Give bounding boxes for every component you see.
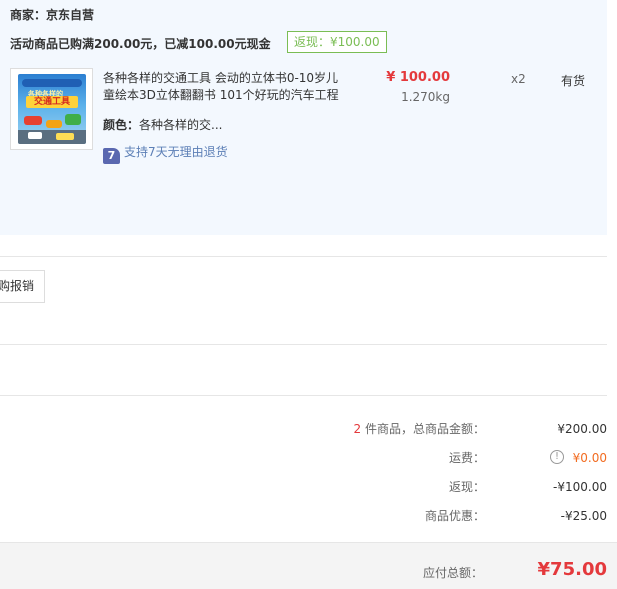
color-label: 颜色： — [103, 118, 140, 132]
discount-value: -¥25.00 — [560, 509, 607, 523]
shipping-row: 运费： ! ¥0.00 — [187, 449, 607, 467]
info-icon[interactable]: ! — [550, 450, 564, 464]
merchant-label: 商家：京东自营 — [10, 8, 95, 22]
promo-text: 活动商品已购满200.00元，已减100.00元现金 — [10, 37, 271, 51]
product-thumbnail[interactable]: 各种各样的 交通工具 — [10, 68, 93, 150]
total-amount: ¥75.00 — [537, 559, 607, 580]
discount-label: 商品优惠： — [424, 509, 485, 523]
shipping-value: ¥0.00 — [572, 451, 607, 465]
color-value: 各种各样的交... — [139, 118, 223, 132]
stock-status: 有货 — [561, 74, 586, 88]
total-bar: 应付总额： ¥75.00 — [0, 542, 617, 589]
invoice-button[interactable]: 购报销 — [0, 270, 45, 303]
cover-title: 交通工具 — [26, 96, 78, 108]
cashback-value: -¥100.00 — [553, 480, 607, 494]
product-weight: 1.270kg — [401, 90, 450, 104]
shop-order-panel: 商家：京东自营 活动商品已购满200.00元，已减100.00元现金 返现：¥1… — [0, 0, 607, 235]
divider — [0, 395, 607, 396]
goods-total-value: ¥200.00 — [557, 422, 607, 436]
divider — [0, 256, 607, 257]
goods-total-label: 2 件商品，总商品金额： — [353, 422, 485, 436]
goods-total-row: 2 件商品，总商品金额： ¥200.00 — [187, 420, 607, 438]
discount-row: 商品优惠： -¥25.00 — [187, 507, 607, 525]
product-price: ¥ 100.00 — [386, 70, 450, 85]
product-color: 颜色：各种各样的交... — [103, 116, 222, 133]
item-count: 2 — [353, 422, 362, 436]
return-policy-text: 支持7天无理由退货 — [124, 145, 228, 159]
seven-day-return-icon: 7 — [103, 148, 120, 164]
product-quantity: x2 — [511, 72, 526, 86]
product-title-link[interactable]: 各种各样的交通工具 会动的立体书0-10岁儿童绘本3D立体翻翻书 101个好玩的… — [103, 70, 343, 104]
return-policy[interactable]: 7 支持7天无理由退货 — [103, 143, 228, 164]
divider — [0, 344, 607, 345]
shipping-label: 运费： — [448, 451, 485, 465]
cashback-label: 返现： — [448, 480, 485, 494]
total-label: 应付总额： — [422, 566, 483, 580]
cashback-row: 返现： -¥100.00 — [187, 478, 607, 496]
cashback-badge: 返现：¥100.00 — [287, 31, 387, 53]
book-cover-image: 各种各样的 交通工具 — [18, 74, 86, 144]
